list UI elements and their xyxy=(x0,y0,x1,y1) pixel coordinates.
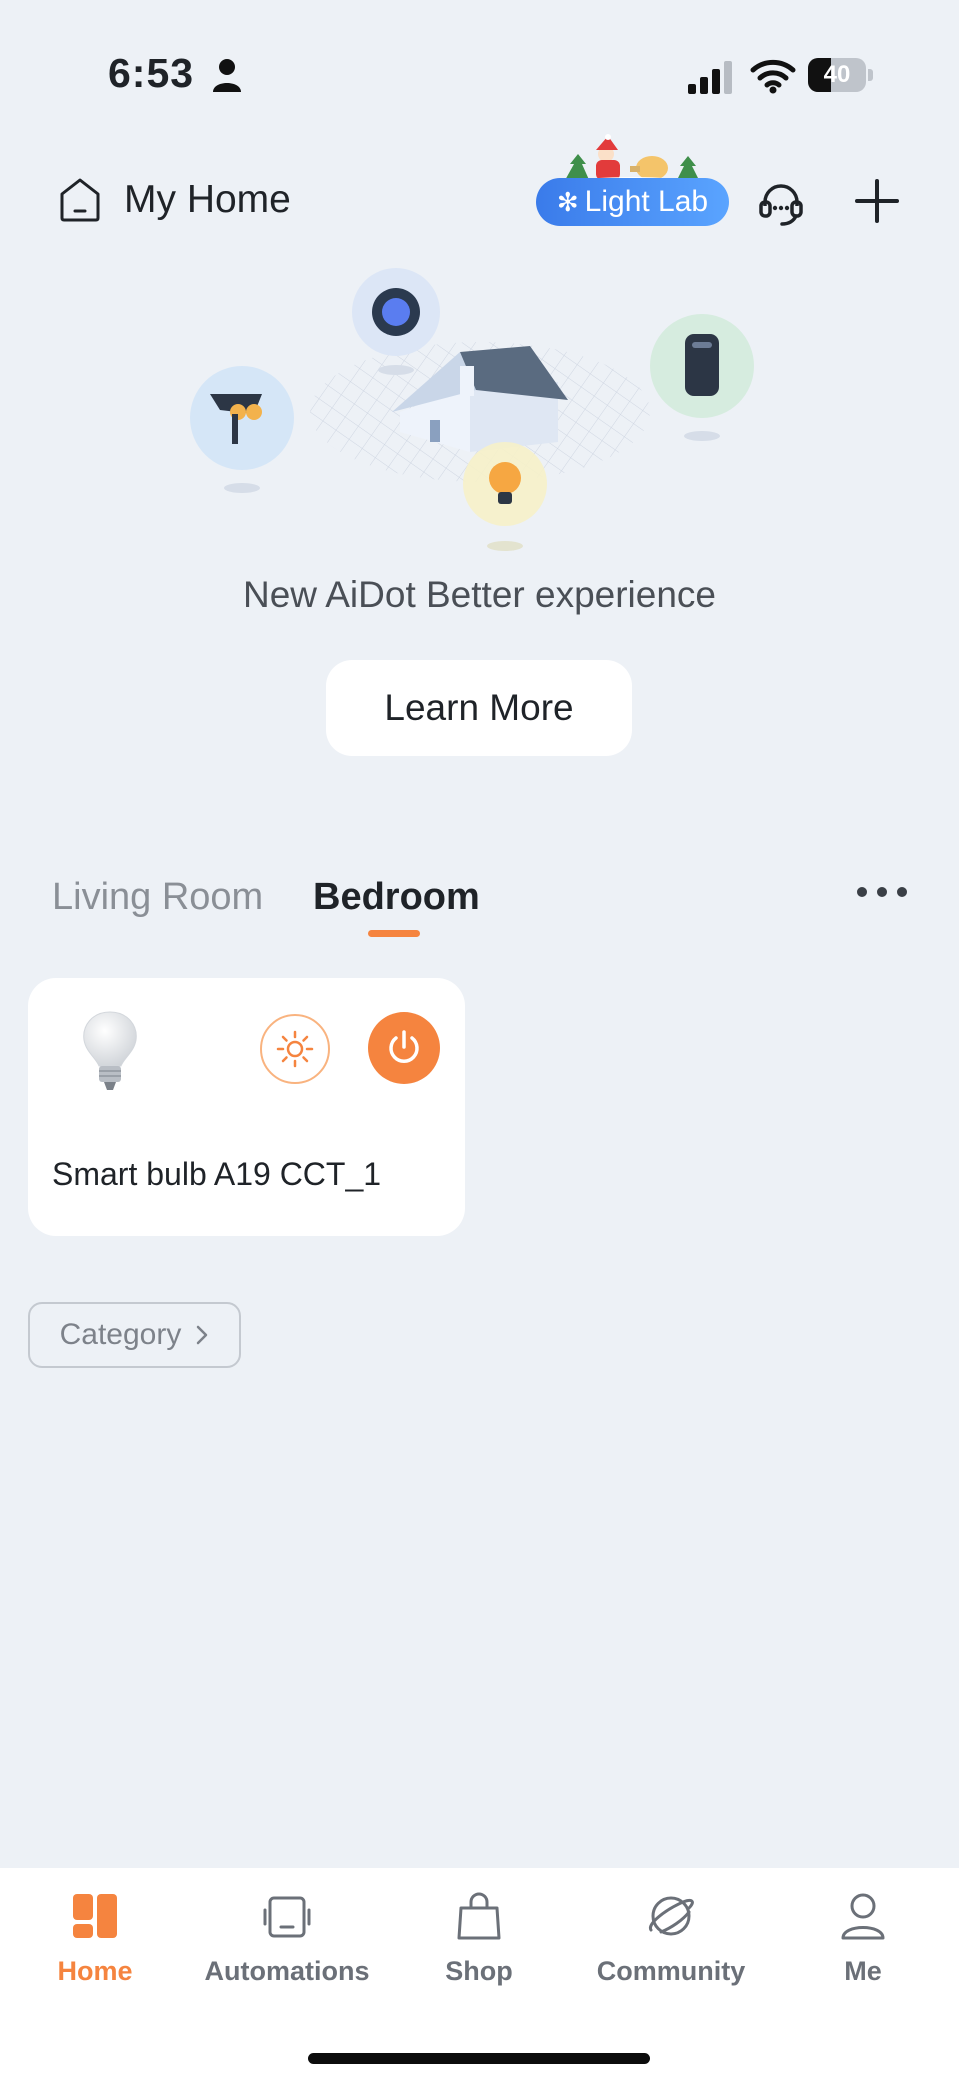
device-name: Smart bulb A19 CCT_1 xyxy=(52,1156,382,1192)
learn-more-button[interactable]: Learn More xyxy=(326,660,632,756)
device-card[interactable]: Smart bulb A19 CCT_1 xyxy=(28,978,465,1236)
nav-automations[interactable]: Automations xyxy=(202,1890,372,1987)
sun-icon xyxy=(276,1030,314,1068)
nav-community-label: Community xyxy=(596,1956,746,1986)
promo-text: New AiDot Better experience xyxy=(242,574,716,615)
planet-icon xyxy=(649,1896,694,1936)
nav-home[interactable]: Home xyxy=(10,1890,180,1987)
nav-home-label: Home xyxy=(57,1956,133,1986)
light-lab-label: Light Lab xyxy=(584,185,709,218)
power-button[interactable] xyxy=(368,1012,440,1084)
air-purifier-icon xyxy=(650,314,754,441)
home-grid-icon xyxy=(73,1894,117,1938)
headset-support-icon[interactable] xyxy=(756,178,806,228)
person-icon xyxy=(213,59,241,92)
home-selector[interactable]: My Home xyxy=(124,178,291,222)
home-indicator[interactable] xyxy=(308,2053,650,2064)
tab-bedroom[interactable]: Bedroom xyxy=(313,876,480,919)
nav-automations-label: Automations xyxy=(204,1956,370,1986)
battery-icon: 40 xyxy=(808,58,874,94)
person-icon xyxy=(841,1893,885,1940)
nav-shop[interactable]: Shop xyxy=(394,1890,564,1987)
category-button[interactable]: Category xyxy=(28,1302,241,1368)
wifi-icon xyxy=(750,59,796,94)
bulb-bubble-icon xyxy=(463,442,547,551)
nav-community[interactable]: Community xyxy=(586,1890,756,1987)
cellular-signal-icon xyxy=(688,61,732,94)
home-icon[interactable] xyxy=(56,176,104,224)
chevron-right-icon xyxy=(197,1325,208,1345)
nav-me-label: Me xyxy=(844,1956,882,1986)
plus-icon[interactable] xyxy=(852,176,902,226)
active-tab-indicator xyxy=(368,930,420,937)
smart-home-illustration xyxy=(190,268,754,551)
automation-icon xyxy=(263,1896,311,1938)
outdoor-light-icon xyxy=(190,366,294,493)
power-icon xyxy=(389,1030,419,1063)
snowflake-icon: ✻ xyxy=(556,186,579,217)
status-time: 6:53 xyxy=(108,50,195,96)
battery-level: 40 xyxy=(823,61,851,88)
nav-me[interactable]: Me xyxy=(778,1890,948,1987)
shopping-bag-icon xyxy=(457,1892,501,1940)
more-options-icon[interactable] xyxy=(854,884,910,900)
category-label: Category xyxy=(59,1318,182,1351)
tab-living-room[interactable]: Living Room xyxy=(52,876,263,919)
brightness-button[interactable] xyxy=(260,1014,330,1084)
christmas-decoration-icon xyxy=(556,134,706,182)
light-lab-button[interactable]: ✻ Light Lab xyxy=(536,178,729,226)
nav-shop-label: Shop xyxy=(445,1956,513,1986)
light-bulb-icon xyxy=(83,1011,137,1090)
